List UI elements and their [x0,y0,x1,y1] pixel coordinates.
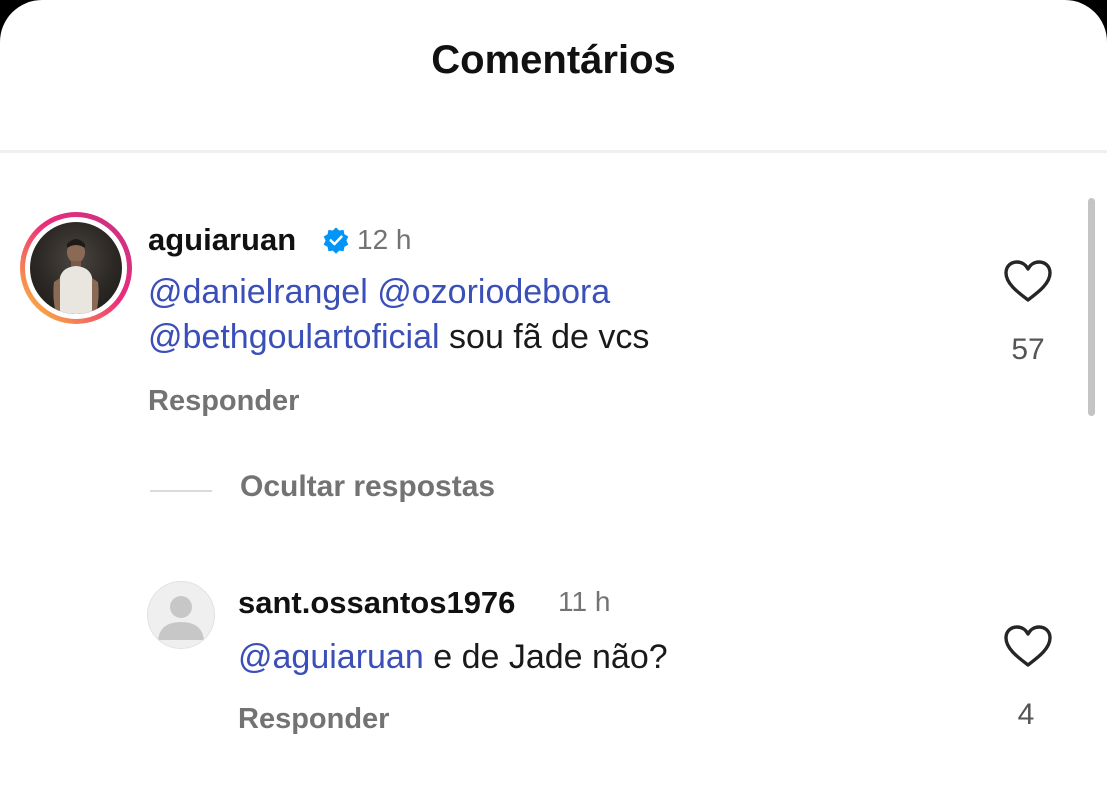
comment-text-line-2: @bethgoulartoficial sou fã de vcs [148,318,649,357]
reply-text: e de Jade não? [433,638,668,676]
mention-link[interactable]: @danielrangel [148,273,368,311]
comment-timestamp: 12 h [357,224,412,255]
comment-username[interactable]: aguiaruan [148,222,296,258]
page-title: Comentários [431,38,676,82]
story-ring-avatar[interactable] [20,212,132,324]
reply-text-line: @aguiaruan e de Jade não? [238,638,668,677]
like-count: 4 [1017,698,1035,731]
person-silhouette-icon [53,239,99,314]
reply-button[interactable]: Responder [148,385,299,418]
mention-link[interactable]: @aguiaruan [238,638,424,676]
mention-link[interactable]: @bethgoulartoficial [148,318,440,356]
heart-outline-icon[interactable] [1002,258,1054,304]
default-avatar-icon[interactable] [147,581,215,649]
scrollbar[interactable] [1088,198,1095,416]
reply-username[interactable]: sant.ossantos1976 [238,585,515,621]
comment-text: sou fã de vcs [449,318,650,356]
comment-text-line-1: @danielrangel @ozoriodebora [148,273,610,312]
profile-photo [30,222,122,314]
verified-badge-icon [323,227,349,254]
mention-link[interactable]: @ozoriodebora [377,273,610,311]
comments-header: Comentários [0,0,1107,153]
comments-sheet: Comentários aguiaruan 12 h @danielrangel… [0,0,1107,800]
reply-button[interactable]: Responder [238,703,389,736]
reply-timestamp: 11 h [558,586,611,617]
like-count: 57 [1011,333,1045,366]
hide-replies-label[interactable]: Ocultar respostas [240,470,495,504]
heart-outline-icon[interactable] [1002,623,1054,669]
divider-line [150,490,212,492]
